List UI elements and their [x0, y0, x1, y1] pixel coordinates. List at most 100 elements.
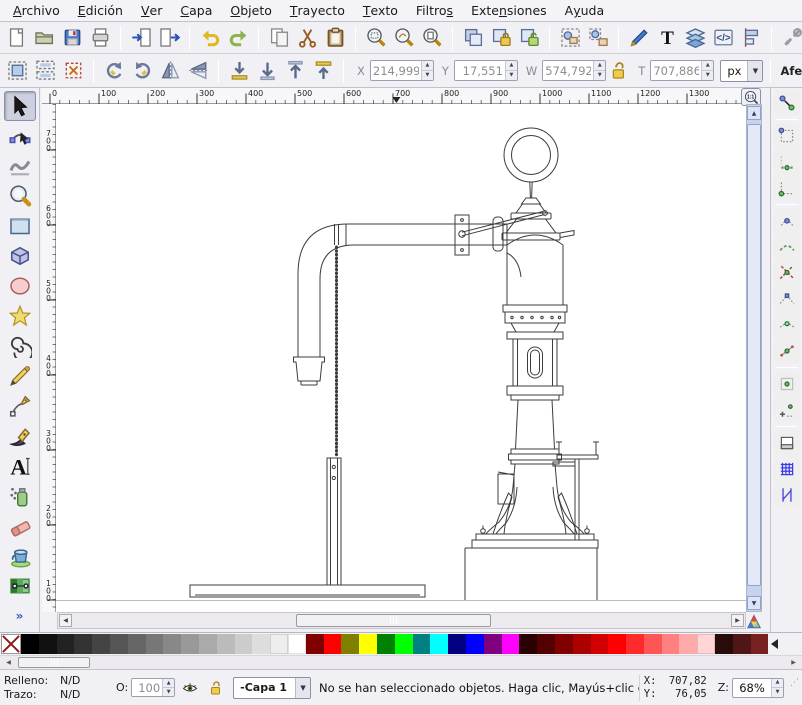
ungroup-button[interactable]: [585, 25, 611, 51]
spray-tool-button[interactable]: [4, 481, 36, 511]
vertical-scrollbar[interactable]: ▲ ▼: [746, 104, 762, 612]
height-field-spinner[interactable]: ▲▼: [701, 61, 713, 80]
text-tool-button[interactable]: A: [4, 451, 36, 481]
redo-button[interactable]: [225, 25, 251, 51]
opacity-field[interactable]: [132, 679, 162, 696]
align-dialog-button[interactable]: [738, 25, 764, 51]
zoom-spinner[interactable]: ▲▼: [771, 679, 783, 697]
document-save-button[interactable]: [59, 25, 85, 51]
color-management-icon[interactable]: [746, 614, 762, 630]
rotate-ccw-button[interactable]: [101, 58, 127, 84]
menu-trayecto[interactable]: Trayecto: [281, 0, 354, 21]
y-field[interactable]: [455, 61, 505, 80]
menu-filtros[interactable]: Filtros: [407, 0, 462, 21]
palette-swatch-33[interactable]: [591, 634, 609, 654]
palette-swatch-23[interactable]: [413, 634, 431, 654]
star-tool-button[interactable]: [4, 301, 36, 331]
zoom-selection-button[interactable]: [363, 25, 389, 51]
palette-swatch-37[interactable]: [662, 634, 680, 654]
palette-swatch-29[interactable]: [519, 634, 537, 654]
document-print-button[interactable]: [87, 25, 113, 51]
snap-path-intersections-button[interactable]: [774, 260, 800, 286]
width-field[interactable]: [543, 61, 593, 80]
raise-to-top-button[interactable]: [310, 58, 336, 84]
x-field-spinner[interactable]: ▲▼: [421, 61, 433, 80]
lower-to-bottom-button[interactable]: [226, 58, 252, 84]
snap-rotation-center-button[interactable]: [774, 397, 800, 423]
gradient-tool-button[interactable]: [4, 571, 36, 601]
palette-swatch-6[interactable]: [110, 634, 128, 654]
snap-page-border-button[interactable]: [774, 430, 800, 456]
pen-tool-button[interactable]: [4, 391, 36, 421]
flip-vertical-button[interactable]: [185, 58, 211, 84]
import-button[interactable]: [128, 25, 154, 51]
layer-dropdown[interactable]: -Capa 1 ▼: [233, 677, 311, 699]
palette-swatch-14[interactable]: [252, 634, 270, 654]
snap-cusp-nodes-button[interactable]: [774, 286, 800, 312]
palette-scrollbar[interactable]: ◀ ▶: [0, 655, 802, 669]
palette-swatch-9[interactable]: [163, 634, 181, 654]
palette-swatch-26[interactable]: [466, 634, 484, 654]
snap-bbox-corners-button[interactable]: [774, 175, 800, 201]
document-open-button[interactable]: [31, 25, 57, 51]
palette-swatch-13[interactable]: [235, 634, 253, 654]
layers-dialog-button[interactable]: [682, 25, 708, 51]
zoom-field[interactable]: [733, 679, 771, 697]
resize-grip[interactable]: ⋰: [790, 679, 800, 705]
xml-editor-button[interactable]: </>: [710, 25, 736, 51]
snap-bbox-edges-button[interactable]: [774, 149, 800, 175]
lower-button[interactable]: [254, 58, 280, 84]
palette-swatch-41[interactable]: [733, 634, 751, 654]
selector-tool-button[interactable]: [4, 91, 36, 121]
text-dialog-button[interactable]: T: [654, 25, 680, 51]
scroll-down-arrow[interactable]: ▼: [747, 596, 761, 610]
palette-prev-arrow-icon[interactable]: [771, 639, 778, 649]
palette-swatch-27[interactable]: [484, 634, 502, 654]
palette-swatch-17[interactable]: [306, 634, 324, 654]
copy-button[interactable]: [266, 25, 292, 51]
palette-swatch-20[interactable]: [359, 634, 377, 654]
snap-enable-button[interactable]: [774, 90, 800, 116]
palette-swatch-28[interactable]: [502, 634, 520, 654]
scroll-right-arrow[interactable]: ▶: [731, 614, 744, 627]
export-button[interactable]: [156, 25, 182, 51]
toolbox-overflow-button[interactable]: »: [16, 609, 24, 623]
raise-button[interactable]: [282, 58, 308, 84]
rectangle-tool-button[interactable]: [4, 211, 36, 241]
palette-swatch-18[interactable]: [324, 634, 342, 654]
cut-button[interactable]: [294, 25, 320, 51]
calligraphy-tool-button[interactable]: [4, 421, 36, 451]
unit-dropdown[interactable]: px ▼: [720, 60, 763, 82]
eraser-tool-button[interactable]: [4, 511, 36, 541]
palette-swatch-15[interactable]: [270, 634, 288, 654]
fill-stroke-dialog-button[interactable]: [626, 25, 652, 51]
palette-swatch-19[interactable]: [341, 634, 359, 654]
duplicate-button[interactable]: [460, 25, 486, 51]
create-clone-button[interactable]: [488, 25, 514, 51]
pencil-tool-button[interactable]: [4, 361, 36, 391]
palette-swatch-2[interactable]: [39, 634, 57, 654]
vertical-scrollbar-thumb[interactable]: [747, 124, 761, 586]
opacity-spinner[interactable]: ▲▼: [162, 679, 174, 696]
menu-capa[interactable]: Capa: [171, 0, 221, 21]
canvas-viewport[interactable]: [56, 104, 746, 612]
select-all-button[interactable]: [4, 58, 30, 84]
palette-swatch-34[interactable]: [608, 634, 626, 654]
snap-bbox-button[interactable]: [774, 123, 800, 149]
palette-swatch-11[interactable]: [199, 634, 217, 654]
palette-swatch-30[interactable]: [537, 634, 555, 654]
snap-guides-button[interactable]: [774, 482, 800, 508]
palette-swatch-none[interactable]: [1, 634, 21, 654]
palette-swatch-22[interactable]: [395, 634, 413, 654]
palette-swatch-42[interactable]: [751, 634, 769, 654]
palette-swatch-38[interactable]: [679, 634, 697, 654]
horizontal-scrollbar[interactable]: ◀ ▶: [57, 612, 746, 629]
preferences-button[interactable]: [779, 25, 802, 51]
menu-texto[interactable]: Texto: [354, 0, 407, 21]
height-field[interactable]: [651, 61, 701, 80]
menu-objeto[interactable]: Objeto: [221, 0, 281, 21]
palette-scroll-left-arrow[interactable]: ◀: [2, 657, 15, 668]
group-button[interactable]: [557, 25, 583, 51]
snap-nodes-button[interactable]: [774, 208, 800, 234]
lock-ratio-button[interactable]: [608, 60, 630, 82]
